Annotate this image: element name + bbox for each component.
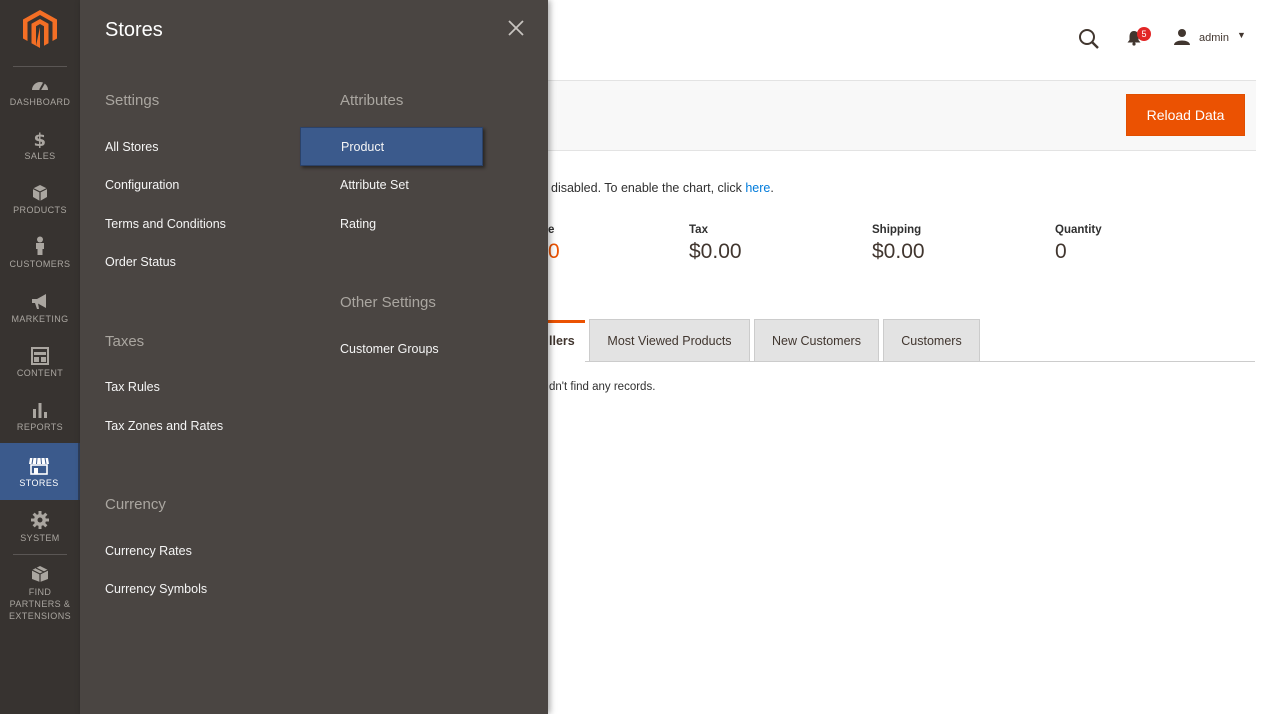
dashboard-icon	[32, 82, 48, 91]
revenue-value: 0	[548, 240, 560, 263]
tab-new-customers[interactable]: New Customers	[754, 319, 879, 361]
notification-count-badge[interactable]: 5	[1137, 27, 1151, 41]
group-title-attributes: Attributes	[340, 92, 404, 109]
menu-link-order-status[interactable]: Order Status	[105, 255, 176, 269]
tab-bestsellers-label: llers	[549, 334, 575, 348]
reload-data-button[interactable]: Reload Data	[1126, 94, 1245, 136]
panel-title: Stores	[105, 19, 163, 41]
rail-separator	[13, 66, 67, 67]
close-icon[interactable]	[506, 18, 526, 38]
layout-icon	[31, 347, 49, 365]
svg-text:$: $	[34, 130, 47, 148]
menu-link-configuration[interactable]: Configuration	[105, 178, 179, 192]
box-icon	[31, 566, 49, 582]
nav-item-content[interactable]: CONTENT	[0, 347, 80, 401]
menu-link-currency-symbols[interactable]: Currency Symbols	[105, 582, 207, 596]
person-icon	[36, 236, 44, 255]
nav-item-dashboard[interactable]: DASHBOARD	[0, 76, 80, 130]
menu-link-currency-rates[interactable]: Currency Rates	[105, 544, 192, 558]
nav-label: CONTENT	[16, 368, 64, 378]
tab-most-viewed-products[interactable]: Most Viewed Products	[589, 319, 750, 361]
menu-link-all-stores[interactable]: All Stores	[105, 140, 159, 154]
nav-label: PRODUCTS	[13, 205, 67, 215]
group-title-settings: Settings	[105, 92, 160, 109]
menu-link-product[interactable]: Product	[300, 127, 483, 166]
cube-icon	[32, 185, 48, 201]
menu-link-tax-rules[interactable]: Tax Rules	[105, 380, 160, 394]
nav-label: SYSTEM	[20, 533, 60, 543]
nav-label-line: FIND	[28, 587, 52, 597]
nav-item-find-partners-extensions[interactable]: FIND PARTNERS & EXTENSIONS	[0, 565, 80, 627]
empty-records-message: dn't find any records.	[549, 381, 656, 393]
tax-label: Tax	[689, 224, 708, 236]
menu-link-attribute-set[interactable]: Attribute Set	[340, 178, 409, 192]
chart-disabled-message: disabled. To enable the chart, click her…	[551, 181, 774, 195]
shipping-value: $0.00	[872, 240, 925, 263]
storefront-icon	[29, 457, 49, 475]
dollar-icon: $	[34, 130, 47, 148]
megaphone-icon	[32, 294, 46, 309]
search-icon[interactable]	[1078, 28, 1100, 50]
nav-label: DASHBOARD	[9, 97, 71, 107]
chart-message-text: disabled. To enable the chart, click	[551, 181, 742, 195]
menu-link-rating[interactable]: Rating	[340, 217, 376, 231]
revenue-label: e	[548, 224, 555, 236]
admin-sidebar: DASHBOARD $ SALES PRODUCTS CUSTOMERS MAR…	[0, 0, 80, 714]
nav-label: REPORTS	[16, 422, 64, 432]
magento-logo-icon[interactable]	[23, 10, 57, 48]
nav-label-line: PARTNERS &	[9, 599, 71, 609]
nav-item-system[interactable]: SYSTEM	[0, 510, 80, 564]
admin-user-menu[interactable]: admin	[1199, 32, 1229, 44]
nav-item-marketing[interactable]: MARKETING	[0, 293, 80, 347]
nav-label-line: EXTENSIONS	[8, 611, 71, 621]
chart-message-suffix: .	[770, 181, 774, 195]
menu-link-terms-and-conditions[interactable]: Terms and Conditions	[105, 217, 226, 231]
nav-item-customers[interactable]: CUSTOMERS	[0, 236, 80, 290]
stores-menu-panel: Stores Settings All Stores Configuration…	[80, 0, 548, 714]
menu-link-tax-zones-and-rates[interactable]: Tax Zones and Rates	[105, 419, 223, 433]
nav-item-sales[interactable]: $ SALES	[0, 130, 80, 184]
nav-label: STORES	[19, 478, 59, 488]
group-title-taxes: Taxes	[105, 333, 145, 350]
user-icon[interactable]	[1173, 28, 1191, 46]
quantity-value: 0	[1055, 240, 1067, 263]
nav-item-stores[interactable]: STORES	[0, 443, 80, 500]
nav-label: MARKETING	[11, 314, 69, 324]
nav-label: SALES	[24, 151, 56, 161]
nav-label: CUSTOMERS	[9, 259, 71, 269]
group-title-other-settings: Other Settings	[340, 294, 436, 311]
tax-value: $0.00	[689, 240, 742, 263]
bar-chart-icon	[33, 403, 47, 418]
gear-icon	[31, 511, 49, 529]
enable-chart-link[interactable]: here	[745, 181, 770, 195]
group-title-currency: Currency	[105, 496, 166, 513]
nav-item-products[interactable]: PRODUCTS	[0, 184, 80, 238]
menu-link-customer-groups[interactable]: Customer Groups	[340, 342, 439, 356]
quantity-label: Quantity	[1055, 224, 1102, 236]
tab-customers[interactable]: Customers	[883, 319, 980, 361]
caret-down-icon[interactable]: ▼	[1237, 30, 1246, 40]
rail-separator	[13, 554, 67, 555]
shipping-label: Shipping	[872, 224, 922, 236]
